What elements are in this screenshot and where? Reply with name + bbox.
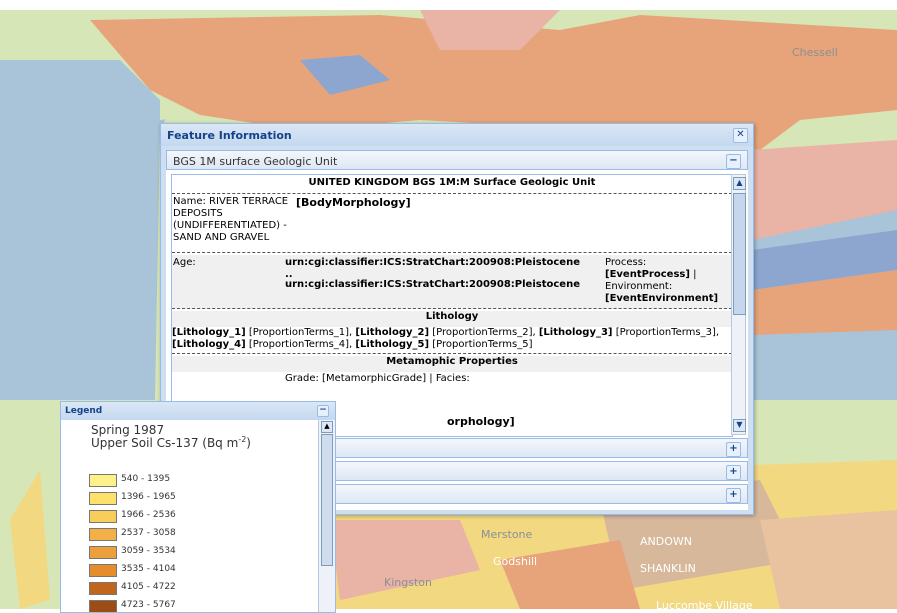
body-morphology: [BodyMorphology] [296,196,411,209]
legend-collapse-icon[interactable]: − [317,405,329,417]
process-label: Process: [605,257,647,268]
feature-window-title: Feature Information [167,129,292,142]
name-row: Name: RIVER TERRACE DEPOSITS (UNDIFFEREN… [172,194,732,253]
legend-item-label: 1396 - 1965 [121,492,176,502]
metamorphic-grade-row: Grade: [MetamorphicGrade] | Facies: [172,373,732,387]
age-label: Age: [173,257,196,268]
collapse-icon[interactable]: − [726,154,741,169]
feature-content: UNITED KINGDOM BGS 1M:M Surface Geologic… [171,174,733,437]
proportion-1: [ProportionTerms_1], [248,327,356,338]
legend-swatch [89,528,117,541]
proportion-4: [ProportionTerms_4], [248,339,356,350]
lithology-list: [Lithology_1] [ProportionTerms_1], [Lith… [172,327,732,354]
legend-item-label: 3059 - 3534 [121,546,176,556]
map-label-merstone: Merstone [481,528,533,541]
proportion-3: [ProportionTerms_3], [615,327,720,338]
map-label-chessell: Chessell [792,46,838,59]
content-scrollbar[interactable]: ▲ ▼ [731,174,746,435]
legend-heading-end: ) [246,436,251,450]
proportion-2: [ProportionTerms_2], [432,327,539,338]
lithology-title: Lithology [172,311,732,327]
legend-swatch [89,474,117,487]
legend-heading-main: Upper Soil Cs-137 (Bq m [91,436,239,450]
legend-scroll-thumb[interactable] [321,434,333,566]
panel-header-geologic-unit[interactable]: BGS 1M surface Geologic Unit − [166,150,748,170]
name-label: Name: RIVER TERRACE DEPOSITS (UNDIFFEREN… [173,196,289,243]
expand-icon[interactable]: + [726,465,741,480]
legend-item-label: 1966 - 2536 [121,510,176,520]
metamorphic-grade: Grade: [MetamorphicGrade] | Facies: [285,373,470,384]
unit-heading: UNITED KINGDOM BGS 1M:M Surface Geologic… [172,177,732,194]
lithology-3: [Lithology_3] [538,327,613,338]
map-label-kingston: Kingston [384,576,432,589]
legend-swatch [89,510,117,523]
lithology-4: [Lithology_4] [172,339,246,350]
lithology-1: [Lithology_1] [172,327,246,338]
proportion-5: [ProportionTerms_5] [432,339,533,350]
expand-icon[interactable]: + [726,488,741,503]
legend-header[interactable]: Legend − [61,402,335,420]
legend-swatch [89,600,117,612]
panel-title: BGS 1M surface Geologic Unit [173,155,338,168]
legend-item-label: 3535 - 4104 [121,564,176,574]
scroll-down-icon[interactable]: ▼ [733,419,746,432]
legend-item-label: 540 - 1395 [121,474,171,484]
legend-swatch [89,492,117,505]
partial-morphology: orphology] [447,415,515,428]
environment-label: Environment: [605,281,673,292]
lithology-5: [Lithology_5] [355,339,430,350]
event-process: [EventProcess] [605,269,690,280]
map-label-luccombe: Luccombe Village [656,599,753,612]
lithology-2: [Lithology_2] [355,327,430,338]
age-value-2: urn:cgi:classifier:ICS:StratChart:200908… [285,279,580,290]
metamorphic-title: Metamophic Properties [172,356,732,372]
legend-swatch [89,582,117,595]
legend-title: Legend [65,406,103,416]
legend-scroll-up-icon[interactable]: ▲ [321,421,333,433]
event-environment: [EventEnvironment] [605,293,719,304]
age-value-1: urn:cgi:classifier:ICS:StratChart:200908… [285,257,580,268]
legend-swatch [89,546,117,559]
map-label-shanklin: SHANKLIN [640,562,696,575]
event-process-line: [EventProcess] | [605,269,696,280]
pipe: | [689,269,697,280]
legend-item-label: 4105 - 4722 [121,582,176,592]
scroll-up-icon[interactable]: ▲ [733,177,746,190]
legend-heading-units: Upper Soil Cs-137 (Bq m-2) [91,435,251,450]
legend-body: Spring 1987 Upper Soil Cs-137 (Bq m-2) 5… [65,422,315,612]
feature-window-header[interactable]: Feature Information ✕ [161,124,753,146]
legend-item-label: 2537 - 3058 [121,528,176,538]
expand-icon[interactable]: + [726,442,741,457]
legend-panel[interactable]: Legend − Spring 1987 Upper Soil Cs-137 (… [60,401,336,613]
legend-swatch [89,564,117,577]
close-icon[interactable]: ✕ [733,128,748,143]
scroll-thumb[interactable] [733,193,746,315]
map-label-andown: ANDOWN [640,535,692,548]
map-label-godshill: Godshill [493,555,538,568]
age-row: Age: urn:cgi:classifier:ICS:StratChart:2… [172,255,732,309]
legend-scrollbar[interactable]: ▲ [318,420,335,612]
